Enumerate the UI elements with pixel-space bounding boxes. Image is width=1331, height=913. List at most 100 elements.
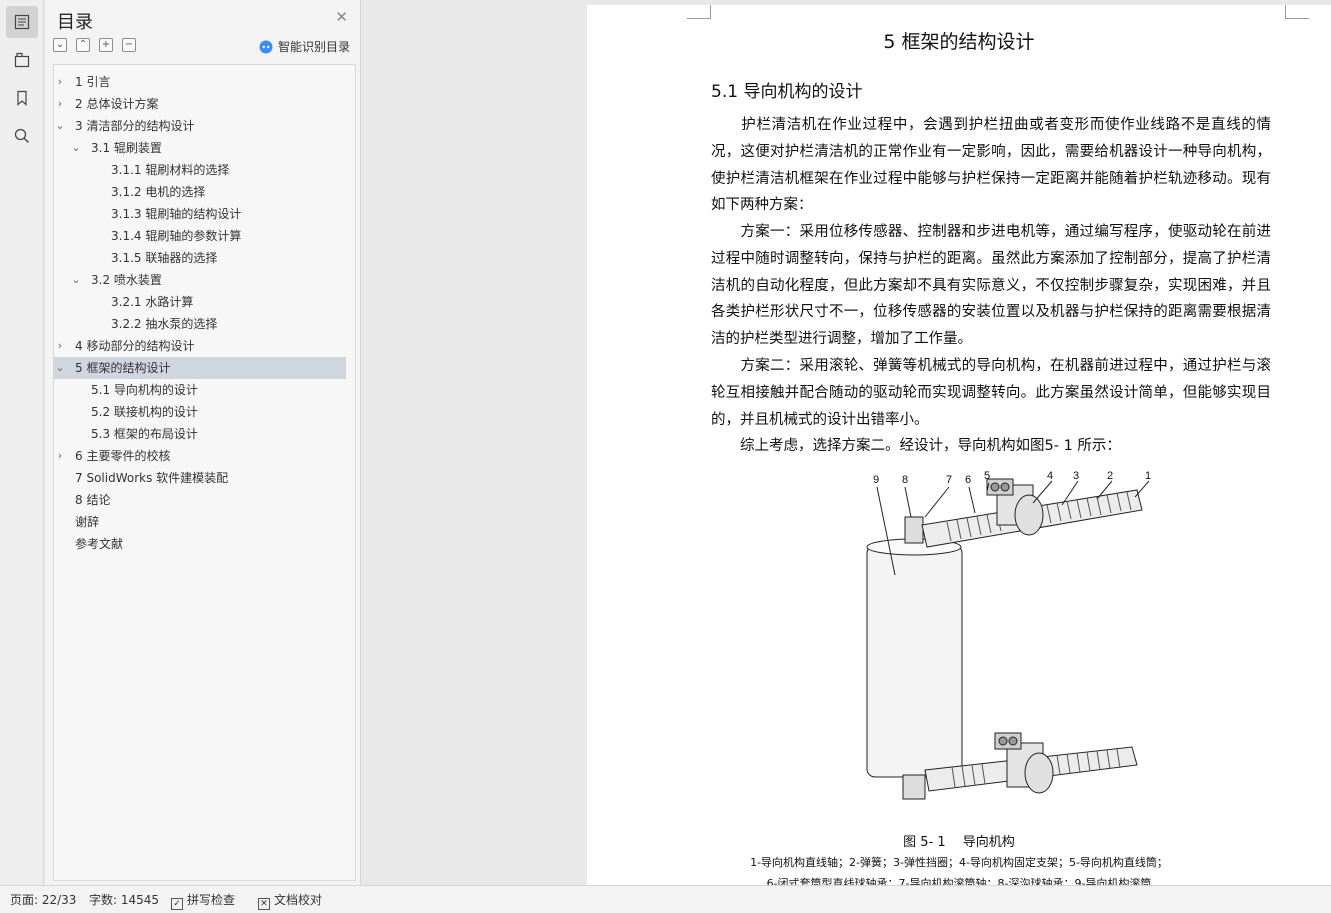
toc-item[interactable]: 5.3 框架的布局设计 (54, 423, 355, 445)
toc-item[interactable]: 3.1.5 联轴器的选择 (54, 247, 355, 269)
toc-item-label: 3.1.1 辊刷材料的选择 (111, 163, 230, 177)
toc-toolbar: ⌄ ⌃ + − (53, 38, 136, 52)
toc-item-label: 5.1 导向机构的设计 (91, 383, 198, 397)
toc-item-label: 8 结论 (75, 493, 111, 507)
search-panel-button[interactable] (6, 120, 38, 152)
toc-item[interactable]: 5.2 联接机构的设计 (54, 401, 355, 423)
toc-item[interactable]: ⌄ 3.1 辊刷装置 (54, 137, 355, 159)
toc-panel: 目录 ✕ ⌄ ⌃ + − 智能识别目录 › 1 引言 › 2 总体设计方案 ⌄ 3 清洁部… (45, 0, 361, 885)
status-bar: 页面: 22/33 字数: 14545 ✓ 拼写检查 ✕ 文档校对 (0, 885, 1331, 913)
figure-label: 1 (1145, 470, 1151, 482)
spell-check-button[interactable]: ✓ 拼写检查 (171, 892, 235, 910)
toc-item[interactable]: › 4 移动部分的结构设计 (54, 335, 355, 357)
proofread-button[interactable]: ✕ 文档校对 (258, 892, 322, 910)
figure-legend: 6-闭式套筒型直线球轴承；7-导向机构滚筒轴；8-深沟球轴承；9-导向机构滚筒 (766, 877, 1152, 885)
toc-item-label: 3.2.2 抽水泵的选择 (111, 317, 218, 331)
proofread-label: 文档校对 (274, 893, 323, 907)
chevron-down-icon[interactable]: ⌄ (54, 357, 66, 379)
toc-item[interactable]: 谢辞 (54, 511, 355, 533)
toc-item[interactable]: 7 SolidWorks 软件建模装配 (54, 467, 355, 489)
spell-check-label: 拼写检查 (187, 893, 236, 907)
toc-item-label: 3.1.4 辊刷轴的参数计算 (111, 229, 242, 243)
page-corner-mark (687, 5, 711, 19)
toc-item[interactable]: › 6 主要零件的校核 (54, 445, 355, 467)
navigation-panel-button[interactable] (6, 44, 38, 76)
toc-item[interactable]: 参考文献 (54, 533, 355, 555)
bookmark-icon (16, 90, 27, 106)
toc-item-label: 3.1 辊刷装置 (91, 141, 162, 155)
chevron-right-icon[interactable]: › (54, 445, 66, 467)
smart-toc-button[interactable]: 智能识别目录 (259, 38, 350, 55)
toc-title: 目录 (57, 12, 93, 33)
toc-list: › 1 引言 › 2 总体设计方案 ⌄ 3 清洁部分的结构设计 ⌄ 3.1 辊刷装置 3.1.1… (53, 64, 356, 881)
toc-item-label: 3.1.5 联轴器的选择 (111, 251, 218, 265)
guide-mechanism-figure: 9 8 7 6 5 4 3 2 1 (866, 470, 1151, 800)
toc-item[interactable]: 3.1.1 辊刷材料的选择 (54, 159, 355, 181)
toc-item-label: 3.2 喷水装置 (91, 273, 162, 287)
toc-item-label: 7 SolidWorks 软件建模装配 (75, 471, 229, 485)
paragraph: 方案二：采用滚轮、弹簧等机械式的导向机构，在机器前进过程中，通过护栏与滚轮互相接… (711, 358, 1271, 428)
toc-item-label: 3 清洁部分的结构设计 (75, 119, 195, 133)
chapter-title: 5 框架的结构设计 (883, 31, 1035, 53)
expand-up-icon[interactable]: ⌃ (76, 38, 90, 52)
toc-item[interactable]: ⌄ 3 清洁部分的结构设计 (54, 115, 355, 137)
toc-item[interactable]: 3.1.4 辊刷轴的参数计算 (54, 225, 355, 247)
toc-item-label: 1 引言 (75, 75, 111, 89)
toc-item-label: 3.1.3 辊刷轴的结构设计 (111, 207, 242, 221)
toc-item-label: 3.1.2 电机的选择 (111, 185, 206, 199)
smart-toc-label: 智能识别目录 (277, 40, 350, 54)
chevron-right-icon[interactable]: › (54, 335, 66, 357)
word-count: 字数: 14545 (89, 893, 160, 907)
figure-label: 3 (1073, 470, 1079, 482)
remove-entry-icon[interactable]: − (122, 38, 136, 52)
toc-item-label: 6 主要零件的校核 (75, 449, 171, 463)
toc-item[interactable]: 3.1.3 辊刷轴的结构设计 (54, 203, 355, 225)
toc-icon (14, 14, 29, 30)
collapse-all-icon[interactable]: ⌄ (53, 38, 67, 52)
toc-item[interactable]: 8 结论 (54, 489, 355, 511)
toc-item[interactable]: 3.2.1 水路计算 (54, 291, 355, 313)
figure-label: 2 (1107, 470, 1113, 482)
chevron-right-icon[interactable]: › (54, 93, 66, 115)
paragraph: 综上考虑，选择方案二。经设计，导向机构如图5- 1 所示： (711, 438, 1121, 454)
section-title: 5.1 导向机构的设计 (711, 82, 863, 102)
bookmark-panel-button[interactable] (6, 82, 38, 114)
figure-label: 6 (965, 474, 971, 486)
toc-item[interactable]: 3.1.2 电机的选择 (54, 181, 355, 203)
toc-item-label: 4 移动部分的结构设计 (75, 339, 195, 353)
toc-item-label: 3.2.1 水路计算 (111, 295, 194, 309)
chevron-down-icon[interactable]: ⌄ (54, 115, 66, 137)
close-icon[interactable]: ✕ (335, 9, 348, 25)
chevron-right-icon[interactable]: › (54, 71, 66, 93)
paragraph: 护栏清洁机在作业过程中，会遇到护栏扭曲或者变形而使作业线路不是直线的情况，这便对… (711, 117, 1271, 214)
toc-item-label: 2 总体设计方案 (75, 97, 159, 111)
toc-item-label: 参考文献 (75, 537, 124, 551)
ai-robot-icon (259, 40, 273, 53)
toc-panel-button[interactable] (5, 6, 38, 38)
document-background (362, 0, 587, 885)
toc-item-label: 谢辞 (75, 515, 100, 529)
proofread-icon: ✕ (258, 898, 270, 910)
figure-label: 8 (902, 474, 908, 486)
toc-item[interactable]: › 1 引言 (54, 71, 355, 93)
figure-label: 5 (984, 470, 990, 482)
figure-caption: 图 5- 1 导向机构 (903, 835, 1015, 850)
toc-item[interactable]: 3.2.2 抽水泵的选择 (54, 313, 355, 335)
paragraph: 方案一：采用位移传感器、控制器和步进电机等，通过编写程序，使驱动轮在前进过程中随… (711, 224, 1271, 348)
add-entry-icon[interactable]: + (99, 38, 113, 52)
toc-item-label: 5.3 框架的布局设计 (91, 427, 198, 441)
outline-icon (14, 52, 29, 68)
page-indicator: 页面: 22/33 (10, 893, 77, 907)
toc-item-label: 5.2 联接机构的设计 (91, 405, 198, 419)
figure-label: 9 (873, 474, 879, 486)
check-icon: ✓ (171, 898, 183, 910)
chevron-down-icon[interactable]: ⌄ (70, 269, 82, 291)
figure-label: 4 (1047, 470, 1053, 482)
toc-item-label: 5 框架的结构设计 (75, 361, 171, 375)
toc-item[interactable]: › 2 总体设计方案 (54, 93, 355, 115)
chevron-down-icon[interactable]: ⌄ (70, 137, 82, 159)
toc-item[interactable]: ⌄ 3.2 喷水装置 (54, 269, 355, 291)
toc-item[interactable]: 5.1 导向机构的设计 (54, 379, 355, 401)
toc-item[interactable]: ⌄ 5 框架的结构设计 (54, 357, 346, 379)
document-page: 5 框架的结构设计 5.1 导向机构的设计 护栏清洁机在作业过程中，会遇到护栏扭… (587, 5, 1331, 885)
